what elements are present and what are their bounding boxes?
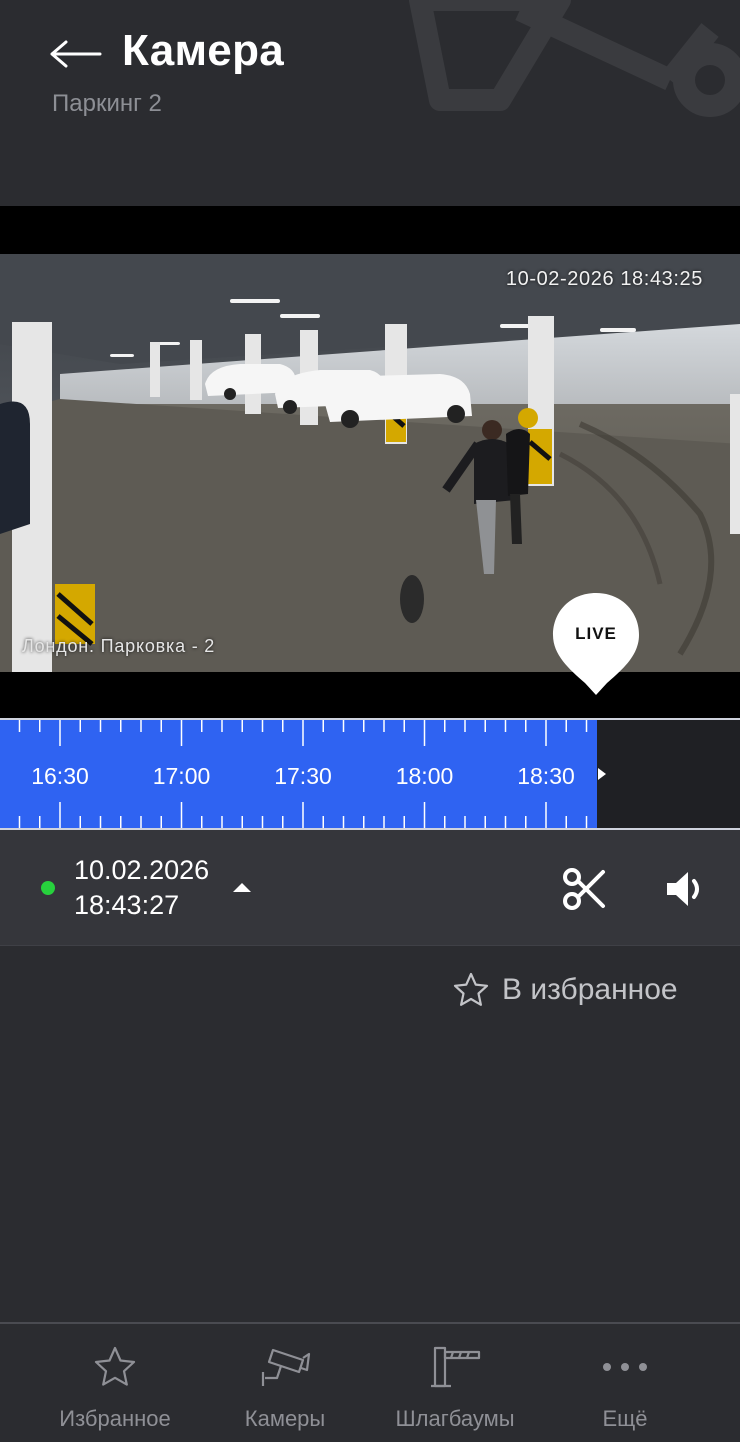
nav-label-barriers: Шлагбаумы bbox=[395, 1406, 515, 1431]
star-outline-icon bbox=[453, 972, 489, 1006]
back-arrow-icon[interactable] bbox=[48, 34, 104, 74]
add-to-favorites-label: В избранное bbox=[502, 973, 678, 1006]
current-date: 10.02.2026 bbox=[74, 855, 210, 885]
nav-item-barriers[interactable]: Шлагбаумы bbox=[370, 1324, 540, 1442]
video-camera-name-overlay: Лондон. Парковка - 2 bbox=[22, 636, 216, 656]
online-status-dot bbox=[41, 881, 55, 895]
live-pin-icon bbox=[553, 593, 639, 695]
timeline-time-label: 16:30 bbox=[31, 763, 89, 789]
bottom-navigation: Избранное Камеры Шлагбаумы Ещё bbox=[0, 1322, 740, 1442]
star-icon bbox=[94, 1346, 136, 1386]
header-decoration-icon bbox=[409, 0, 740, 117]
camera-icon bbox=[261, 1348, 311, 1386]
nav-item-more[interactable]: Ещё bbox=[540, 1324, 710, 1442]
timeline-time-label: 18:30 bbox=[517, 763, 575, 789]
nav-label-cameras: Камеры bbox=[244, 1406, 326, 1431]
barrier-icon bbox=[431, 1346, 481, 1388]
page-subtitle: Паркинг 2 bbox=[52, 90, 162, 117]
more-icon bbox=[603, 1363, 647, 1371]
video-player[interactable]: 10-02-2026 18:43:25 Лондон. Парковка - 2… bbox=[0, 206, 740, 718]
app-header: Камера Паркинг 2 bbox=[0, 0, 740, 206]
video-timestamp-overlay: 10-02-2026 18:43:25 bbox=[505, 268, 703, 290]
timeline-time-label: 18:00 bbox=[395, 763, 454, 789]
chevron-up-icon[interactable] bbox=[231, 880, 253, 894]
volume-icon[interactable] bbox=[664, 868, 708, 910]
live-button[interactable]: LIVE bbox=[549, 589, 643, 699]
playback-controls: 10.02.2026 18:43:27 bbox=[0, 830, 740, 946]
live-label: LIVE bbox=[575, 624, 617, 643]
add-to-favorites-button[interactable]: В избранное bbox=[452, 968, 678, 1012]
timeline-time-label: 17:00 bbox=[152, 763, 211, 789]
timeline-time-label: 17:30 bbox=[274, 763, 332, 789]
timeline-scrubber[interactable]: 16:30 17:00 17:30 18:00 18:30 bbox=[0, 718, 740, 830]
scissors-icon[interactable] bbox=[561, 866, 607, 912]
timeline-cursor-icon bbox=[598, 768, 606, 780]
current-time: 18:43:27 bbox=[74, 890, 180, 920]
nav-item-favorites[interactable]: Избранное bbox=[30, 1324, 200, 1442]
page-title: Камера bbox=[122, 26, 285, 75]
nav-label-more: Ещё bbox=[602, 1406, 648, 1431]
timeline-ticks bbox=[18, 720, 606, 828]
nav-label-favorites: Избранное bbox=[59, 1406, 171, 1431]
nav-item-cameras[interactable]: Камеры bbox=[200, 1324, 370, 1442]
